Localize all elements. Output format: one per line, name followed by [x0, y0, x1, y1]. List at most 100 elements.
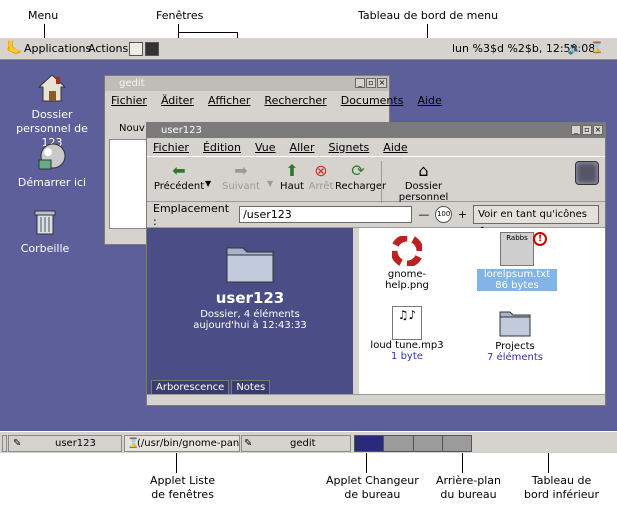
back-history-dropdown[interactable]: ▼	[205, 161, 215, 188]
task-label: gedit	[290, 438, 316, 449]
file-name: Projects	[495, 341, 535, 352]
callout-window-list: Applet Liste de fenêtres	[150, 474, 215, 502]
workspace-3[interactable]	[413, 436, 443, 451]
forward-history-dropdown[interactable]: ▼	[267, 161, 277, 188]
workspace-1[interactable]	[355, 436, 385, 451]
menu-item[interactable]: Aide	[383, 141, 407, 154]
desktop-icon-label: Corbeille	[20, 242, 70, 255]
task-button-user123[interactable]: ✎ user123	[8, 435, 122, 452]
menu-item[interactable]: Aide	[417, 94, 441, 107]
task-button-gedit[interactable]: ✎ gedit	[241, 435, 351, 452]
foot-icon[interactable]: 🦶	[6, 41, 22, 56]
folder-icon	[226, 247, 274, 283]
menu-item[interactable]: Äditer	[161, 94, 194, 107]
callout-bottom-panel: Tableau de bord inférieur	[524, 474, 599, 502]
terminal-launcher-icon[interactable]	[145, 42, 159, 56]
callout-text: de bureau	[344, 488, 401, 501]
icon-view[interactable]: gnome-help.png Rabbs ! lorelpsum.txt 86 …	[359, 228, 605, 394]
home-button[interactable]: ⌂ Dossier personnel	[381, 161, 465, 203]
file-size: 1 byte	[391, 351, 423, 362]
folder-icon	[499, 311, 531, 337]
hourglass-icon[interactable]: ⌛	[590, 41, 604, 54]
callout-text: de fenêtres	[151, 488, 214, 501]
menu-item[interactable]: Signets	[328, 141, 369, 154]
menu-item[interactable]: Fichier	[111, 94, 147, 107]
nautilus-content: user123 Dossier, 4 éléments aujourd'hui …	[147, 228, 605, 394]
nautilus-window[interactable]: user123 _ ▫ × Fichier Édition Vue Aller …	[146, 122, 606, 406]
callout-text: bord inférieur	[524, 488, 600, 501]
zoom-level[interactable]: 100	[435, 206, 452, 223]
file-item[interactable]: ♫♪ loud tune.mp3 1 byte	[367, 306, 447, 362]
callout-menu: Menu	[28, 9, 59, 22]
side-folder-info: Dossier, 4 éléments	[200, 309, 300, 320]
trash-icon	[34, 210, 56, 235]
menu-item[interactable]: Afficher	[208, 94, 250, 107]
up-button[interactable]: ⬆ Haut	[277, 161, 307, 192]
workspace-4[interactable]	[442, 436, 471, 451]
reload-button[interactable]: ⟳ Recharger	[335, 161, 387, 192]
zoom-out-button[interactable]: —	[418, 208, 429, 221]
throbber-icon	[575, 161, 599, 185]
file-item[interactable]: gnome-help.png	[367, 234, 447, 291]
applications-menu[interactable]: Applications	[24, 42, 91, 55]
menu-item[interactable]: Fichier	[153, 141, 189, 154]
maximize-button[interactable]: ▫	[582, 125, 592, 135]
callout-windows: Fenêtres	[156, 9, 204, 22]
file-name: lorelpsum.txt	[477, 269, 557, 280]
forward-arrow-icon: ➡	[234, 161, 248, 180]
callout-text: Arrière-plan	[436, 474, 501, 487]
tool-label: Recharger	[335, 181, 387, 192]
back-button[interactable]: ⬅ Précédent	[153, 161, 205, 192]
hourglass-icon: ⌛	[127, 438, 140, 449]
nautilus-titlebar[interactable]: user123 _ ▫ ×	[147, 123, 605, 138]
location-label: Emplacement :	[153, 201, 230, 228]
side-pane: user123 Dossier, 4 éléments aujourd'hui …	[147, 228, 353, 394]
side-folder-name: user123	[215, 289, 285, 307]
tab-tree[interactable]: Arborescence	[151, 380, 230, 394]
menu-item[interactable]: Vue	[255, 141, 276, 154]
file-item[interactable]: Projects 7 éléments	[475, 308, 555, 363]
zoom-in-button[interactable]: +	[458, 208, 467, 221]
gedit-launcher-icon[interactable]	[129, 42, 143, 56]
new-button[interactable]: Nouv	[119, 123, 145, 134]
minimize-button[interactable]: _	[571, 125, 581, 135]
menu-item[interactable]: Rechercher	[264, 94, 326, 107]
view-as-select[interactable]: Voir en tant qu'icônes ⇕	[473, 205, 599, 237]
stop-button[interactable]: ⊗ Arrêt	[307, 161, 335, 192]
tab-notes[interactable]: Notes	[231, 380, 271, 394]
menu-item[interactable]: Aller	[290, 141, 315, 154]
actions-menu[interactable]: Actions	[88, 42, 128, 55]
maximize-button[interactable]: ▫	[366, 78, 376, 88]
desktop-icon-trash[interactable]: Corbeille	[0, 206, 90, 256]
desktop-icon-start-here[interactable]: Démarrer ici	[7, 140, 97, 190]
callout-line	[178, 32, 238, 33]
window-title: gedit	[119, 78, 145, 89]
side-folder-date: aujourd'hui à 12:43:33	[193, 320, 307, 331]
task-button-gnome-panel[interactable]: ⌛ (/usr/bin/gnome-panel-	[124, 435, 240, 452]
workspace-2[interactable]	[384, 436, 414, 451]
callout-text: du bureau	[440, 488, 497, 501]
menu-item[interactable]: Documents	[341, 94, 404, 107]
reload-icon: ⟳	[351, 161, 365, 180]
text-file-icon: Rabbs	[500, 232, 534, 266]
desktop-icon-home[interactable]: Dossier personnel de 123	[7, 72, 97, 150]
minimize-button[interactable]: _	[355, 78, 365, 88]
task-label: user123	[55, 438, 96, 449]
menu-item[interactable]: Édition	[203, 141, 241, 154]
view-as-label: Voir en tant qu'icônes	[478, 209, 587, 220]
file-item-selected[interactable]: Rabbs ! lorelpsum.txt 86 bytes	[477, 232, 557, 291]
volume-icon[interactable]: 🔊	[567, 41, 582, 55]
gedit-titlebar[interactable]: gedit _ ▫ ×	[105, 76, 389, 91]
location-input[interactable]: /user123	[239, 206, 413, 223]
workspace-switcher	[354, 435, 472, 452]
forward-button[interactable]: ➡ Suivant	[215, 161, 267, 192]
window-icon: ✎	[244, 438, 253, 449]
tool-label: Arrêt	[308, 181, 334, 192]
close-button[interactable]: ×	[593, 125, 603, 135]
show-desktop-handle[interactable]	[2, 435, 7, 452]
callout-text: Applet Liste	[150, 474, 216, 487]
up-arrow-icon: ⬆	[285, 161, 299, 180]
window-icon: ✎	[13, 438, 22, 449]
music-file-icon: ♫♪	[392, 306, 422, 340]
close-button[interactable]: ×	[377, 78, 387, 88]
